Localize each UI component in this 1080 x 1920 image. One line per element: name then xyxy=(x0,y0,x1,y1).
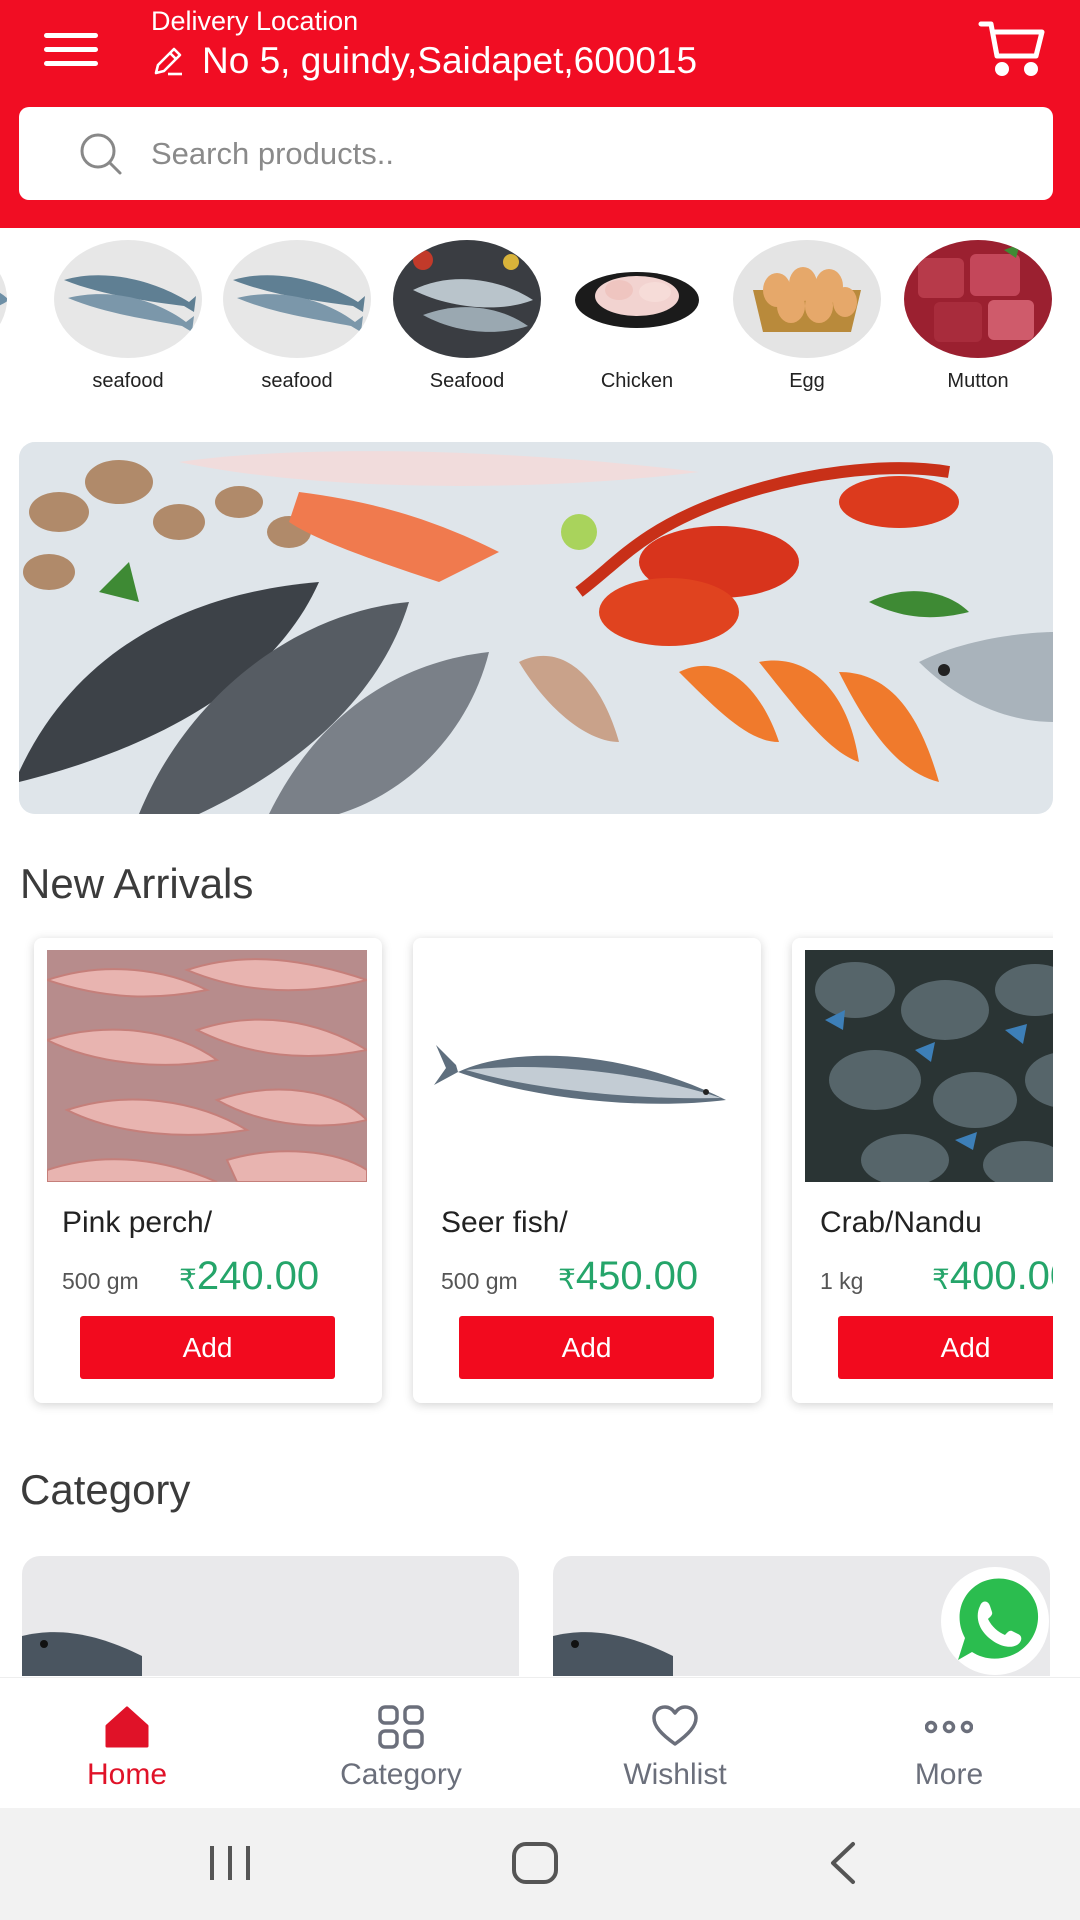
delivery-location-caption: Delivery Location xyxy=(151,6,359,36)
category-image xyxy=(563,240,711,358)
nav-category[interactable]: Category xyxy=(301,1678,501,1809)
hamburger-menu-icon[interactable] xyxy=(44,33,98,69)
product-card[interactable]: Seer fish/ 500 gm ₹450.00 Add xyxy=(413,938,761,1403)
search-icon xyxy=(80,133,122,174)
heart-icon xyxy=(652,1705,698,1746)
category-item-chicken[interactable]: Chicken xyxy=(562,240,712,393)
nav-category-label: Category xyxy=(340,1758,462,1791)
product-name: Pink perch/ xyxy=(62,1206,213,1239)
category-label: seafood xyxy=(92,370,164,392)
recent-apps-icon[interactable] xyxy=(200,1838,260,1888)
category-image xyxy=(733,240,881,358)
promo-banner[interactable] xyxy=(19,442,1053,814)
search-bar[interactable] xyxy=(19,107,1053,200)
grid-icon xyxy=(378,1705,424,1749)
nav-home-label: Home xyxy=(86,1758,168,1791)
product-quantity: 500 gm xyxy=(62,1268,139,1294)
nav-more-label: More xyxy=(914,1758,984,1791)
category-carousel[interactable]: seafood seafood Seafood Chicken Egg Mutt… xyxy=(0,240,1080,400)
product-price: ₹400.00 xyxy=(932,1254,1053,1298)
app-header: Delivery Location No 5, guindy,Saidapet,… xyxy=(0,0,1080,228)
product-image xyxy=(805,950,1053,1182)
new-arrivals-title: New Arrivals xyxy=(20,860,254,907)
cart-icon[interactable] xyxy=(978,18,1046,78)
delivery-address: No 5, guindy,Saidapet,600015 xyxy=(202,40,698,81)
category-section-title: Category xyxy=(20,1466,191,1513)
more-icon xyxy=(925,1720,973,1734)
product-price: ₹450.00 xyxy=(558,1254,699,1298)
category-image xyxy=(54,240,202,358)
category-item-egg[interactable]: Egg xyxy=(732,240,882,393)
product-name: Seer fish/ xyxy=(441,1206,568,1239)
delivery-location-selector[interactable]: No 5, guindy,Saidapet,600015 xyxy=(150,40,697,82)
category-card[interactable] xyxy=(22,1556,519,1676)
add-to-cart-button[interactable]: Add xyxy=(838,1316,1053,1379)
home-icon xyxy=(105,1706,149,1748)
category-item-seafood-3[interactable]: Seafood xyxy=(392,240,542,393)
nav-more[interactable]: More xyxy=(849,1678,1049,1809)
product-quantity: 1 kg xyxy=(820,1268,864,1294)
category-label: Egg xyxy=(789,370,825,392)
category-image xyxy=(0,240,7,358)
category-card-image xyxy=(22,1632,142,1676)
category-item-mutton[interactable]: Mutton xyxy=(903,240,1053,393)
category-item-seafood-2[interactable]: seafood xyxy=(222,240,372,393)
category-label: Seafood xyxy=(429,370,505,392)
bottom-navigation: Home Category Wishlist More xyxy=(0,1677,1080,1808)
nav-home[interactable]: Home xyxy=(27,1678,227,1809)
edit-pencil-icon xyxy=(154,47,182,76)
category-label: Mutton xyxy=(947,370,1009,392)
category-image xyxy=(223,240,371,358)
product-quantity: 500 gm xyxy=(441,1268,518,1294)
seafood-banner-image xyxy=(19,442,1053,814)
search-input[interactable] xyxy=(151,135,951,172)
product-image xyxy=(47,950,367,1182)
category-item-partial[interactable] xyxy=(0,240,8,358)
category-image xyxy=(904,240,1052,358)
new-arrivals-carousel[interactable]: Pink perch/ 500 gm ₹240.00 Add Seer fish… xyxy=(20,930,1053,1415)
category-item-seafood-1[interactable]: seafood xyxy=(53,240,203,393)
product-price: ₹240.00 xyxy=(179,1254,320,1298)
product-name: Crab/Nandu xyxy=(820,1206,982,1239)
nav-wishlist-label: Wishlist xyxy=(623,1758,727,1791)
product-card[interactable]: Crab/Nandu 1 kg ₹400.00 Add xyxy=(792,938,1053,1403)
product-image xyxy=(426,950,746,1182)
category-image xyxy=(393,240,541,358)
back-icon[interactable] xyxy=(815,1838,875,1888)
product-card[interactable]: Pink perch/ 500 gm ₹240.00 Add xyxy=(34,938,382,1403)
category-label: seafood xyxy=(261,370,333,392)
home-button-icon[interactable] xyxy=(505,1838,565,1888)
add-to-cart-button[interactable]: Add xyxy=(80,1316,335,1379)
system-navigation-bar xyxy=(0,1808,1080,1920)
add-to-cart-button[interactable]: Add xyxy=(459,1316,714,1379)
category-label: Chicken xyxy=(600,370,674,392)
nav-wishlist[interactable]: Wishlist xyxy=(575,1678,775,1809)
whatsapp-chat-icon[interactable] xyxy=(938,1564,1052,1678)
